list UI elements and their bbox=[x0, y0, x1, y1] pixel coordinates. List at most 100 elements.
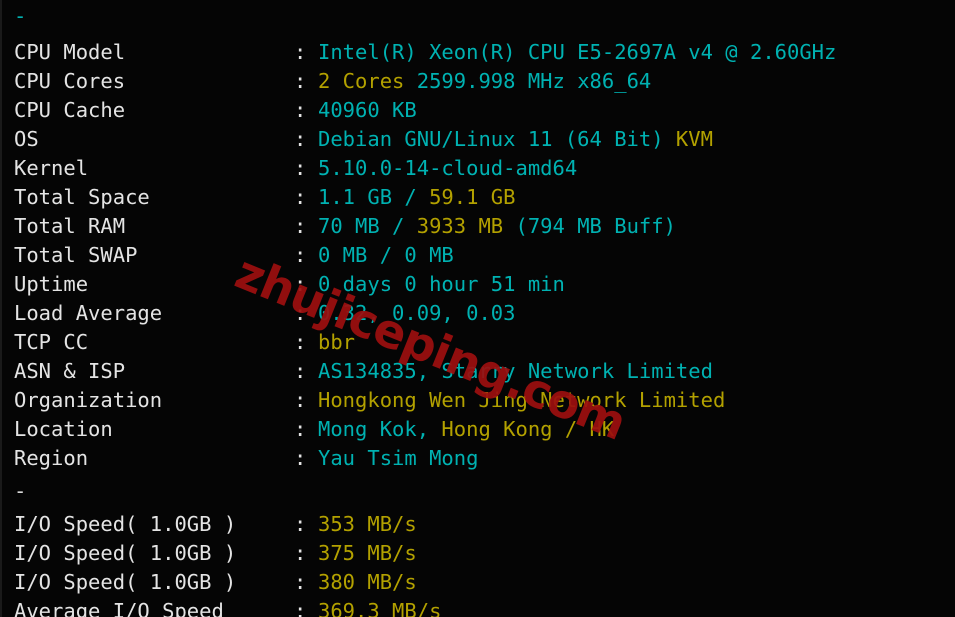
row-colon: : bbox=[294, 301, 307, 325]
row-label: Total Space bbox=[14, 185, 150, 209]
terminal-row: Average I/O Speed:369.3 MB/s bbox=[2, 597, 955, 617]
row-colon: : bbox=[294, 512, 307, 536]
terminal-output: - CPU Model: Intel(R) Xeon(R) CPU E5-2697… bbox=[2, 0, 955, 617]
row-label: ASN & ISP bbox=[14, 359, 126, 383]
row-value: 353 MB/s bbox=[318, 510, 417, 539]
row-colon: : bbox=[294, 156, 307, 180]
terminal-row: CPU Cache:40960 KB bbox=[2, 96, 955, 125]
value-segment: 3933 MB bbox=[416, 214, 504, 238]
row-value: 2 Cores 2599.998 MHz x86_64 bbox=[318, 67, 651, 96]
row-label: CPU Cores bbox=[14, 69, 126, 93]
row-value: 1.1 GB / 59.1 GB bbox=[318, 183, 516, 212]
row-colon: : bbox=[294, 214, 307, 238]
value-segment: 2 Cores bbox=[318, 69, 405, 93]
terminal-row: ASN & ISP: AS134835, Starry Network Limit… bbox=[2, 357, 955, 386]
row-label: Total RAM bbox=[14, 214, 126, 238]
terminal-window[interactable]: - CPU Model: Intel(R) Xeon(R) CPU E5-2697… bbox=[0, 0, 955, 617]
row-value: 70 MB / 3933 MB (794 MB Buff) bbox=[318, 212, 676, 241]
row-colon: : bbox=[294, 570, 307, 594]
row-value: AS134835, Starry Network Limited bbox=[318, 357, 713, 386]
terminal-row: Region: Yau Tsim Mong bbox=[2, 444, 955, 473]
row-label: I/O Speed( 1.0GB ) bbox=[14, 512, 237, 536]
terminal-row: Load Average:0.32, 0.09, 0.03 bbox=[2, 299, 955, 328]
row-value: Debian GNU/Linux 11 (64 Bit) KVM bbox=[318, 125, 713, 154]
row-label: TCP CC bbox=[14, 330, 89, 354]
row-colon: : bbox=[294, 330, 307, 354]
row-colon: : bbox=[294, 359, 307, 383]
row-colon: : bbox=[294, 446, 307, 470]
terminal-row: Location: Mong Kok, Hong Kong / HK bbox=[2, 415, 955, 444]
row-colon: : bbox=[294, 599, 307, 617]
separator-middle: - bbox=[14, 479, 27, 503]
value-segment: 0.32, 0.09, 0.03 bbox=[318, 301, 516, 325]
row-label: Location bbox=[14, 417, 113, 441]
row-value: 380 MB/s bbox=[318, 568, 417, 597]
value-segment: 0 MB / 0 MB bbox=[318, 243, 454, 267]
row-colon: : bbox=[294, 272, 307, 296]
value-segment: 59.1 GB bbox=[429, 185, 516, 209]
terminal-row: Total SWAP:0 MB / 0 MB bbox=[2, 241, 955, 270]
row-value: Intel(R) Xeon(R) CPU E5-2697A v4 @ 2.60G… bbox=[318, 38, 836, 67]
terminal-row: I/O Speed( 1.0GB ):380 MB/s bbox=[2, 568, 955, 597]
system-info-section: CPU Model: Intel(R) Xeon(R) CPU E5-2697A … bbox=[2, 38, 955, 473]
value-segment: 5.10.0-14-cloud-amd64 bbox=[318, 156, 578, 180]
row-colon: : bbox=[294, 243, 307, 267]
value-segment: 0 days 0 hour 51 min bbox=[318, 272, 565, 296]
row-label: Region bbox=[14, 446, 89, 470]
row-colon: : bbox=[294, 388, 307, 412]
value-segment: 2599.998 MHz x86_64 bbox=[404, 69, 652, 93]
separator-top: - bbox=[14, 4, 27, 28]
terminal-row: I/O Speed( 1.0GB ):375 MB/s bbox=[2, 539, 955, 568]
row-label: I/O Speed( 1.0GB ) bbox=[14, 570, 237, 594]
row-colon: : bbox=[294, 40, 307, 64]
value-segment: (794 MB Buff) bbox=[503, 214, 676, 238]
value-segment: Hong Kong / HK bbox=[441, 417, 615, 441]
terminal-row: Total RAM:70 MB / 3933 MB (794 MB Buff) bbox=[2, 212, 955, 241]
row-value: Mong Kok, Hong Kong / HK bbox=[318, 415, 614, 444]
value-segment: 40960 KB bbox=[318, 98, 417, 122]
value-segment: Yau Tsim Mong bbox=[318, 446, 479, 470]
row-label: Kernel bbox=[14, 156, 89, 180]
terminal-row: CPU Cores:2 Cores 2599.998 MHz x86_64 bbox=[2, 67, 955, 96]
value-segment: AS134835, Starry Network Limited bbox=[318, 359, 713, 383]
terminal-row: CPU Model: Intel(R) Xeon(R) CPU E5-2697A … bbox=[2, 38, 955, 67]
row-label: Total SWAP bbox=[14, 243, 138, 267]
row-label: CPU Model bbox=[14, 40, 126, 64]
row-value: 375 MB/s bbox=[318, 539, 417, 568]
row-colon: : bbox=[294, 185, 307, 209]
row-label: Organization bbox=[14, 388, 163, 412]
row-value: 5.10.0-14-cloud-amd64 bbox=[318, 154, 577, 183]
row-value: bbr bbox=[318, 328, 355, 357]
row-value: 0 MB / 0 MB bbox=[318, 241, 454, 270]
terminal-row: Kernel:5.10.0-14-cloud-amd64 bbox=[2, 154, 955, 183]
row-label: OS bbox=[14, 127, 39, 151]
row-colon: : bbox=[294, 69, 307, 93]
value-segment: 380 MB/s bbox=[318, 570, 417, 594]
terminal-row: Total Space:1.1 GB / 59.1 GB bbox=[2, 183, 955, 212]
value-segment: 375 MB/s bbox=[318, 541, 417, 565]
value-segment: Hongkong Wen Jing Network Limited bbox=[318, 388, 726, 412]
terminal-row: OS: Debian GNU/Linux 11 (64 Bit) KVM bbox=[2, 125, 955, 154]
row-value: Yau Tsim Mong bbox=[318, 444, 478, 473]
terminal-row: Uptime:0 days 0 hour 51 min bbox=[2, 270, 955, 299]
spacer-top bbox=[2, 31, 955, 38]
terminal-row: Organization: Hongkong Wen Jing Network L… bbox=[2, 386, 955, 415]
row-label: Average I/O Speed bbox=[14, 599, 224, 617]
row-colon: : bbox=[294, 98, 307, 122]
value-segment: 70 MB / bbox=[318, 214, 417, 238]
row-colon: : bbox=[294, 127, 307, 151]
row-label: Uptime bbox=[14, 272, 89, 296]
terminal-row: I/O Speed( 1.0GB ):353 MB/s bbox=[2, 510, 955, 539]
row-label: I/O Speed( 1.0GB ) bbox=[14, 541, 237, 565]
terminal-row: TCP CC: bbr bbox=[2, 328, 955, 357]
io-speed-section: I/O Speed( 1.0GB ):353 MB/s I/O Speed( 1.… bbox=[2, 510, 955, 617]
row-value: 0 days 0 hour 51 min bbox=[318, 270, 565, 299]
value-segment: 369.3 MB/s bbox=[318, 599, 442, 617]
row-colon: : bbox=[294, 417, 307, 441]
value-segment: 353 MB/s bbox=[318, 512, 417, 536]
row-label: CPU Cache bbox=[14, 98, 126, 122]
row-value: Hongkong Wen Jing Network Limited bbox=[318, 386, 725, 415]
row-label: Load Average bbox=[14, 301, 163, 325]
row-colon: : bbox=[294, 541, 307, 565]
value-segment: KVM bbox=[675, 127, 713, 151]
